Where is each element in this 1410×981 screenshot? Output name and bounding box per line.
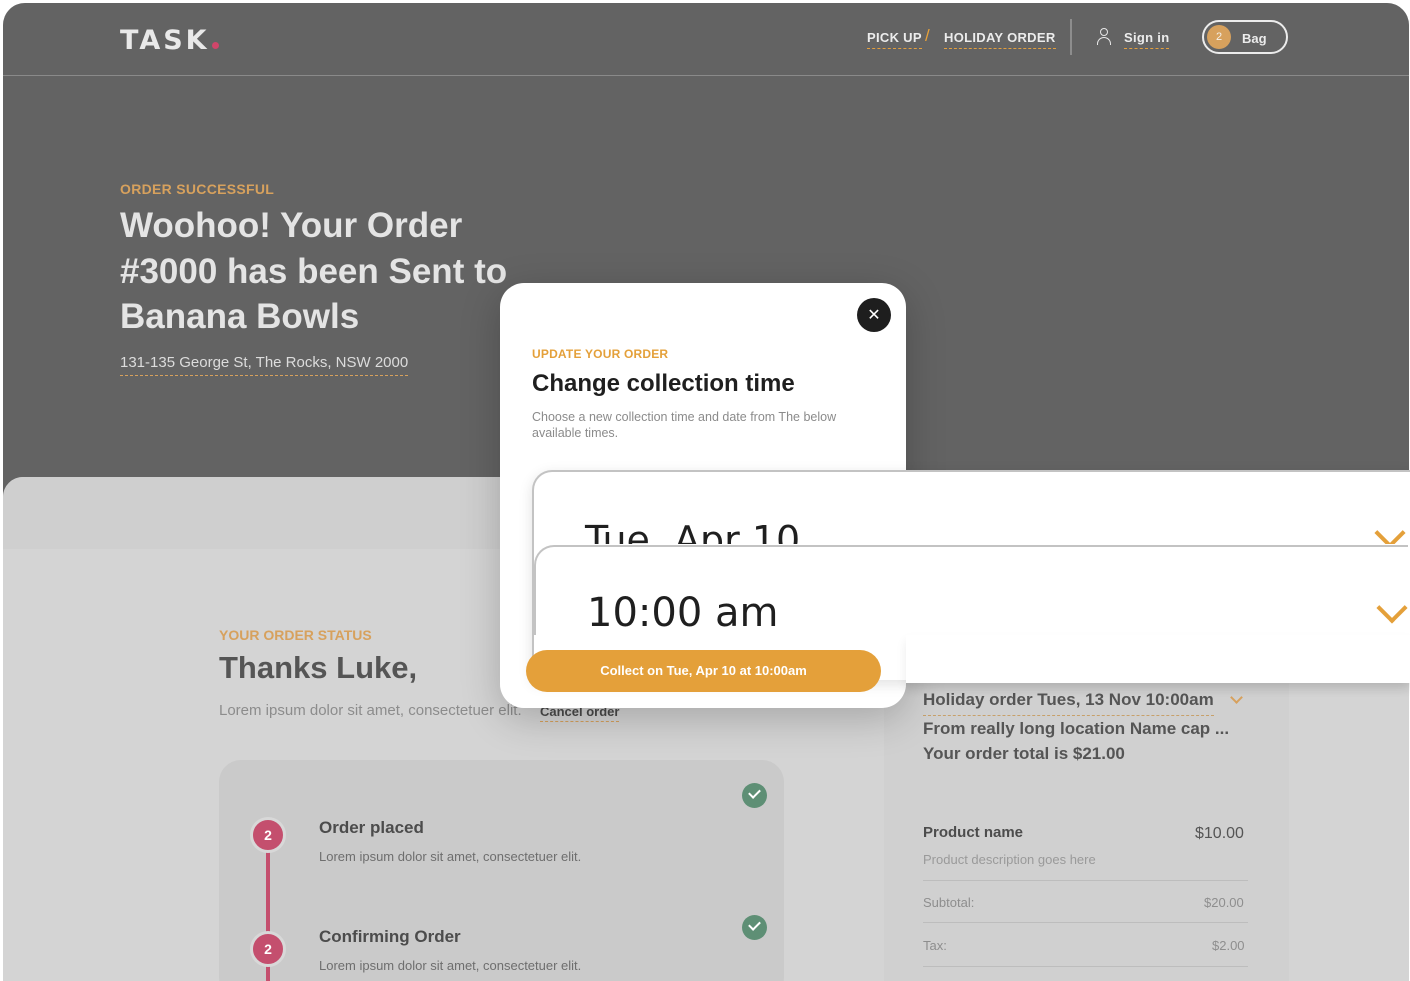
logo-dot <box>211 42 219 49</box>
date-select[interactable]: Tue, Apr 10 <box>534 472 1408 544</box>
logo[interactable]: TASK <box>120 25 219 56</box>
user-icon[interactable] <box>1097 28 1111 46</box>
sign-in-link[interactable]: Sign in <box>1124 30 1170 49</box>
time-select-value: 10:00 am <box>587 590 779 636</box>
store-address[interactable]: 131-135 George St, The Rocks, NSW 2000 <box>120 354 409 376</box>
bag-count-badge: 2 <box>1207 25 1231 49</box>
order-status-eyebrow: YOUR ORDER STATUS <box>219 627 372 643</box>
step-description: Lorem ipsum dolor sit amet, consectetuer… <box>319 958 582 973</box>
order-total: Your order total is $21.00 <box>923 744 1125 763</box>
collect-button[interactable]: Collect on Tue, Apr 10 at 10:00am <box>526 650 881 692</box>
time-select[interactable]: 10:00 am <box>534 545 1408 636</box>
greeting: Thanks Luke, <box>219 650 418 685</box>
chevron-down-icon[interactable] <box>1374 517 1406 544</box>
step-description: Lorem ipsum dolor sit amet, consectetuer… <box>319 849 582 864</box>
product-price: $10.00 <box>1195 825 1244 842</box>
status-text: Lorem ipsum dolor sit amet, consectetuer… <box>219 702 522 719</box>
step-title: Confirming Order <box>319 927 461 946</box>
step-number-badge: 2 <box>250 817 286 853</box>
modal-subtitle: Choose a new collection time and date fr… <box>532 410 837 440</box>
nav-divider <box>1070 19 1072 55</box>
bag-button[interactable]: 2 Bag <box>1202 20 1288 54</box>
timeline-card <box>219 760 784 981</box>
tax-value: $2.00 <box>1212 938 1245 953</box>
nav-link-holiday-order[interactable]: HOLIDAY ORDER <box>944 30 1056 49</box>
divider <box>923 880 1248 881</box>
nav-link-pick-up[interactable]: PICK UP <box>867 30 922 49</box>
pickup-location: From really long location Name cap ... <box>923 719 1230 738</box>
product-description: Product description goes here <box>923 852 1096 867</box>
order-success-title: Woohoo! Your Order #3000 has been Sent t… <box>120 206 508 336</box>
nav-separator: / <box>925 26 930 45</box>
select-card-extension <box>906 635 1410 683</box>
tax-label: Tax: <box>923 938 947 953</box>
chevron-down-icon[interactable] <box>1376 592 1408 624</box>
holiday-order-schedule[interactable]: Holiday order Tues, 13 Nov 10:00am <box>923 690 1214 716</box>
divider <box>923 966 1248 967</box>
divider <box>923 922 1248 923</box>
modal-eyebrow: UPDATE YOUR ORDER <box>532 347 669 361</box>
logo-text: TASK <box>120 25 210 56</box>
bag-label: Bag <box>1242 31 1267 46</box>
date-select-value: Tue, Apr 10 <box>585 518 801 544</box>
modal-title: Change collection time <box>532 370 795 397</box>
step-title: Order placed <box>319 818 424 837</box>
order-success-eyebrow: ORDER SUCCESSFUL <box>120 181 275 197</box>
subtotal-label: Subtotal: <box>923 895 975 910</box>
check-icon <box>742 783 767 808</box>
check-icon <box>742 915 767 940</box>
subtotal-value: $20.00 <box>1204 895 1244 910</box>
product-name: Product name <box>923 824 1024 841</box>
step-number-badge: 2 <box>250 931 286 967</box>
close-icon[interactable]: ✕ <box>857 298 891 332</box>
